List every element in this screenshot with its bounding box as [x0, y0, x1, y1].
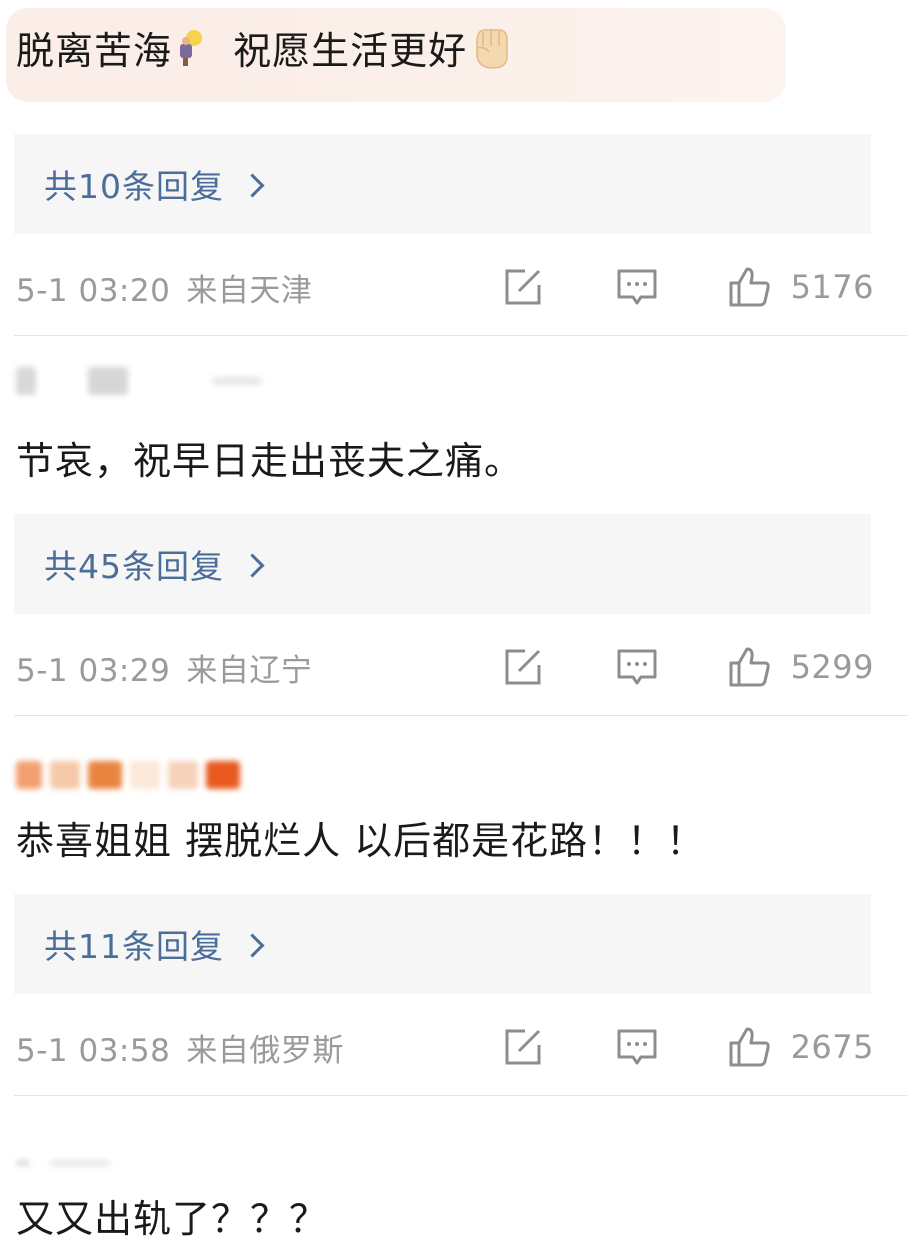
comment-text: 又又出轨了？？？: [16, 1197, 329, 1241]
comment-meta: 5-1 03:20 来自天津 5176: [16, 262, 874, 312]
comment-location: 来自天津: [186, 272, 313, 309]
chevron-right-icon: [240, 932, 265, 958]
comment-bubble-icon[interactable]: [615, 645, 659, 689]
view-replies-button[interactable]: 共11条回复: [14, 894, 871, 994]
username-redacted: [16, 1146, 110, 1180]
comment-actions: 2675: [501, 1022, 874, 1072]
lightbulb-emoji-icon: [172, 28, 206, 68]
comment-text: 节哀，祝早日走出丧夫之痛。: [16, 439, 524, 483]
like-count: 2675: [790, 1028, 874, 1066]
username-redacted: [16, 364, 262, 398]
comment-location: 来自俄罗斯: [186, 1032, 344, 1069]
reply-count-label: 共45条回复: [44, 547, 224, 586]
share-edit-icon[interactable]: [501, 265, 545, 309]
share-edit-icon[interactable]: [501, 645, 545, 689]
comment-meta: 5-1 03:58 来自俄罗斯 2675: [16, 1022, 874, 1072]
comment-time: 5-1 03:58: [16, 1032, 171, 1069]
chevron-right-icon: [240, 552, 265, 578]
comment-location: 来自辽宁: [186, 652, 313, 689]
chevron-right-icon: [240, 172, 265, 198]
comment-actions: 5299: [501, 642, 874, 692]
raised-fist-emoji-icon: [467, 22, 515, 72]
comment-bubble-icon[interactable]: [615, 1025, 659, 1069]
reply-count-label: 共10条回复: [44, 167, 224, 206]
comment-item-4: 又又出轨了？？？: [0, 1096, 907, 1241]
comment-text: 恭喜姐姐 摆脱烂人 以后都是花路！！！: [16, 819, 706, 863]
comment-meta: 5-1 03:29 来自辽宁 5299: [16, 642, 874, 692]
like-count: 5299: [790, 648, 874, 686]
username-redacted: [16, 758, 240, 792]
comment-item-3: 恭喜姐姐 摆脱烂人 以后都是花路！！！ 共11条回复 5-1 03:58 来自俄罗…: [0, 716, 907, 1096]
comment-actions: 5176: [501, 262, 874, 312]
view-replies-button[interactable]: 共45条回复: [14, 514, 871, 614]
reply-count-label: 共11条回复: [44, 927, 224, 966]
comment-time: 5-1 03:29: [16, 652, 171, 689]
thumbs-up-icon[interactable]: [727, 265, 771, 309]
comment-time: 5-1 03:20: [16, 272, 171, 309]
like-count: 5176: [790, 268, 874, 306]
comment-item-2: 节哀，祝早日走出丧夫之痛。 共45条回复 5-1 03:29 来自辽宁 5299: [0, 336, 907, 716]
comment-text: 脱离苦海 祝愿生活更好: [16, 22, 515, 76]
thumbs-up-icon[interactable]: [727, 645, 771, 689]
thumbs-up-icon[interactable]: [727, 1025, 771, 1069]
view-replies-button[interactable]: 共10条回复: [14, 134, 871, 234]
comment-bubble-icon[interactable]: [615, 265, 659, 309]
comment-item-1: 脱离苦海 祝愿生活更好 共10条回复 5-1 03:20 来自天津 5176: [0, 0, 907, 336]
share-edit-icon[interactable]: [501, 1025, 545, 1069]
